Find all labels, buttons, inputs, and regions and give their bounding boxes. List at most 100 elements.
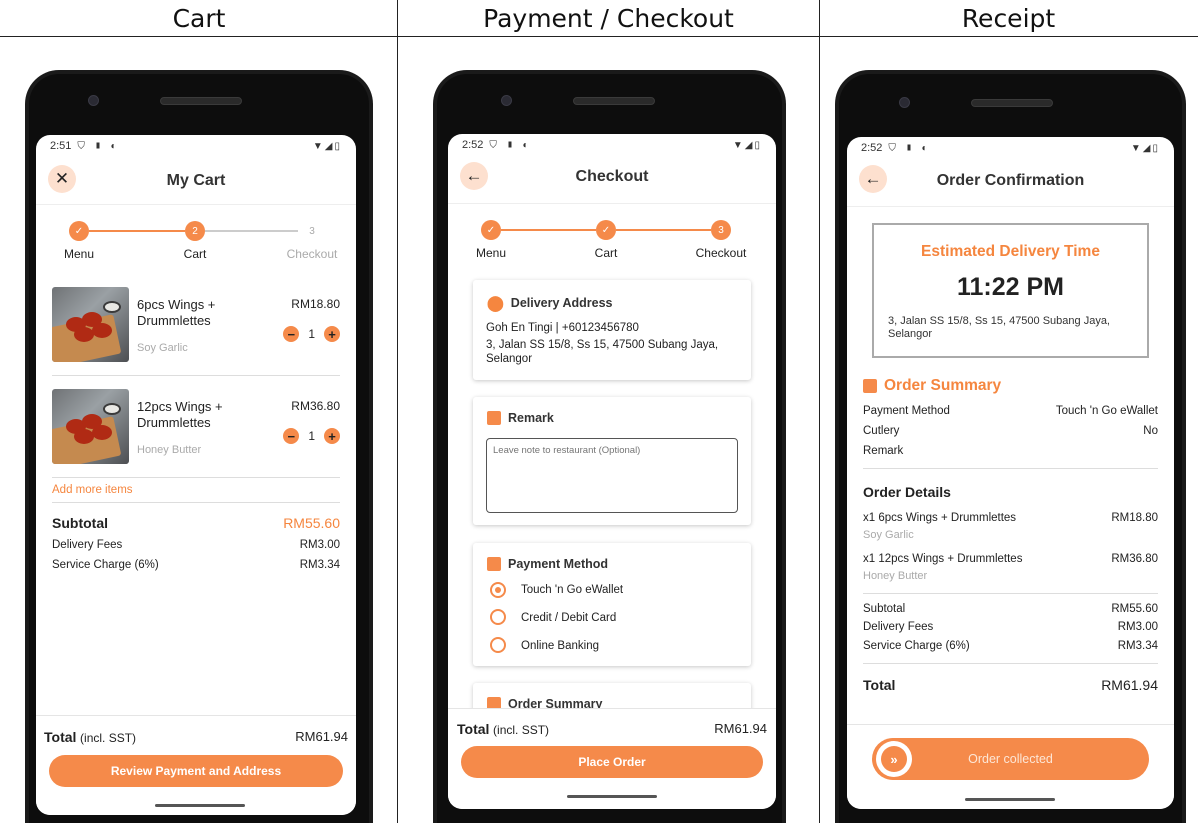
list-icon <box>863 379 877 393</box>
column-header-checkout: Payment / Checkout <box>398 0 819 37</box>
item-name: 6pcs Wings + Drummlettes <box>137 297 216 328</box>
step-label-cart: Cart <box>183 247 207 261</box>
cart-item: 12pcs Wings + Drummlettes Honey Butter R… <box>52 389 340 481</box>
status-time: 2:51 <box>50 140 72 152</box>
phone-frame-receipt: 2:52 ⛉ ▮ ◐ ▼◢▯ ← Order Confirmation Esti… <box>835 70 1186 823</box>
remark-input[interactable] <box>486 438 738 513</box>
service-charge-row: Service Charge (6%) RM3.34 <box>863 640 1158 652</box>
status-time: 2:52 <box>861 142 883 154</box>
service-charge-row: Service Charge (6%) RM3.34 <box>52 559 340 571</box>
note-icon <box>487 411 501 425</box>
location-pin-icon: ⬤ <box>487 295 504 312</box>
remark-card: Remark <box>473 397 751 525</box>
payment-option-label: Credit / Debit Card <box>521 612 617 624</box>
item-price: RM36.80 <box>291 399 340 413</box>
item-variant: Soy Garlic <box>863 529 914 541</box>
checkout-bottom-bar: Total (incl. SST) RM61.94 Place Order <box>448 708 776 809</box>
order-item-row: x1 6pcs Wings + Drummlettes RM18.80 <box>863 512 1158 524</box>
minus-button[interactable]: − <box>283 428 300 444</box>
order-item-row: x1 12pcs Wings + Drummlettes RM36.80 <box>863 553 1158 565</box>
step-done-icon: ✓ <box>481 220 501 240</box>
payment-radio-banking[interactable] <box>490 637 506 653</box>
payment-option-label: Online Banking <box>521 640 599 652</box>
payment-option-label: Touch 'n Go eWallet <box>521 584 624 596</box>
item-variant: Soy Garlic <box>137 342 188 354</box>
step-label-cart: Cart <box>594 246 618 260</box>
column-divider <box>819 0 820 823</box>
item-variant: Honey Butter <box>137 444 202 456</box>
cart-bottom-bar: Total (incl. SST) RM61.94 Review Payment… <box>36 715 356 815</box>
address-contact: Goh En Tingi | +60123456780 <box>486 322 639 334</box>
add-more-items-link[interactable]: Add more items <box>52 484 133 496</box>
item-variant: Honey Butter <box>863 570 928 582</box>
step-label-menu: Menu <box>475 246 507 260</box>
address-line: 3, Jalan SS 15/8, Ss 15, 47500 Subang Ja… <box>486 339 719 365</box>
checkout-top-bar: ← Checkout <box>448 158 776 204</box>
plus-button[interactable]: + <box>324 428 340 444</box>
delivery-address-card[interactable]: ⬤ Delivery Address Goh En Tingi | +601234… <box>473 280 751 380</box>
cutlery-row: Cutlery No <box>863 425 1158 437</box>
page-title: Order Confirmation <box>936 172 1085 189</box>
item-quantity: 1 <box>308 429 315 443</box>
cart-screen: 2:51 ⛉ ▮ ◐ ▼◢▯ ✕ My Cart ✓ 2 3 Menu Cart… <box>36 135 356 815</box>
phone-frame-checkout: 2:52 ⛉ ▮ ◐ ▼◢▯ ← Checkout ✓ ✓ 3 Menu Car… <box>433 70 786 823</box>
review-payment-button[interactable]: Review Payment and Address <box>49 755 343 787</box>
home-indicator <box>965 798 1055 801</box>
step-done-icon: ✓ <box>69 221 89 241</box>
wallet-icon <box>487 557 501 571</box>
cart-top-bar: ✕ My Cart <box>36 159 356 205</box>
home-indicator <box>155 804 245 807</box>
page-title: My Cart <box>166 172 226 189</box>
order-summary-heading: Order Summary <box>863 377 1001 395</box>
status-bar: 2:52 ⛉ ▮ ◐ ▼◢▯ <box>861 142 1160 154</box>
subtotal-row: Subtotal RM55.60 <box>52 515 340 531</box>
receipt-screen: 2:52 ⛉ ▮ ◐ ▼◢▯ ← Order Confirmation Esti… <box>847 137 1174 809</box>
step-number: 3 <box>309 225 315 237</box>
payment-radio-card[interactable] <box>490 609 506 625</box>
food-thumbnail <box>52 287 129 362</box>
delivery-fee-row: Delivery Fees RM3.00 <box>52 539 340 551</box>
phone-frame-cart: 2:51 ⛉ ▮ ◐ ▼◢▯ ✕ My Cart ✓ 2 3 Menu Cart… <box>25 70 373 823</box>
plus-button[interactable]: + <box>324 326 340 342</box>
slide-handle-icon[interactable]: » <box>876 741 912 777</box>
eta-address: 3, Jalan SS 15/8, Ss 15, 47500 Subang Ja… <box>888 315 1110 340</box>
item-price: RM18.80 <box>291 297 340 311</box>
item-quantity: 1 <box>308 327 315 341</box>
total-row: Total (incl. SST) RM61.94 <box>457 721 767 737</box>
column-header-cart: Cart <box>0 0 398 37</box>
step-label-checkout: Checkout <box>695 246 747 260</box>
remark-row: Remark <box>863 445 904 457</box>
checkout-screen: 2:52 ⛉ ▮ ◐ ▼◢▯ ← Checkout ✓ ✓ 3 Menu Car… <box>448 134 776 809</box>
column-divider <box>397 0 398 823</box>
receipt-bottom-bar: Order collected » <box>847 724 1174 809</box>
payment-method-card: Payment Method Touch 'n Go eWallet Credi… <box>473 543 751 666</box>
step-number: 2 <box>185 221 205 241</box>
cart-item: 6pcs Wings + Drummlettes Soy Garlic RM18… <box>52 287 340 379</box>
column-header-receipt: Receipt <box>819 0 1198 37</box>
status-bar: 2:52 ⛉ ▮ ◐ ▼◢▯ <box>462 139 762 151</box>
quantity-stepper: − 1 + <box>283 428 340 444</box>
total-row: Total (incl. SST) RM61.94 <box>44 729 348 745</box>
step-label-menu: Menu <box>63 247 95 261</box>
subtotal-row: Subtotal RM55.60 <box>863 603 1158 615</box>
delivery-fee-row: Delivery Fees RM3.00 <box>863 621 1158 633</box>
step-done-icon: ✓ <box>596 220 616 240</box>
quantity-stepper: − 1 + <box>283 326 340 342</box>
eta-box: Estimated Delivery Time 11:22 PM 3, Jala… <box>872 223 1149 358</box>
order-collected-slider[interactable]: Order collected <box>872 738 1149 780</box>
page-title: Checkout <box>575 168 649 185</box>
order-details-heading: Order Details <box>863 484 951 500</box>
payment-method-row: Payment Method Touch 'n Go eWallet <box>863 405 1158 417</box>
status-time: 2:52 <box>462 139 484 151</box>
minus-button[interactable]: − <box>283 326 300 342</box>
eta-time: 11:22 PM <box>956 273 1064 301</box>
item-name: 12pcs Wings + Drummlettes <box>137 399 223 430</box>
receipt-top-bar: ← Order Confirmation <box>847 161 1174 207</box>
payment-radio-tng[interactable] <box>490 582 506 598</box>
total-row: Total RM61.94 <box>863 677 1158 693</box>
home-indicator <box>567 795 657 798</box>
step-label-checkout: Checkout <box>286 247 338 261</box>
status-bar: 2:51 ⛉ ▮ ◐ ▼◢▯ <box>50 140 342 152</box>
place-order-button[interactable]: Place Order <box>461 746 763 778</box>
progress-stepper: ✓ ✓ 3 Menu Cart Checkout <box>448 216 776 266</box>
